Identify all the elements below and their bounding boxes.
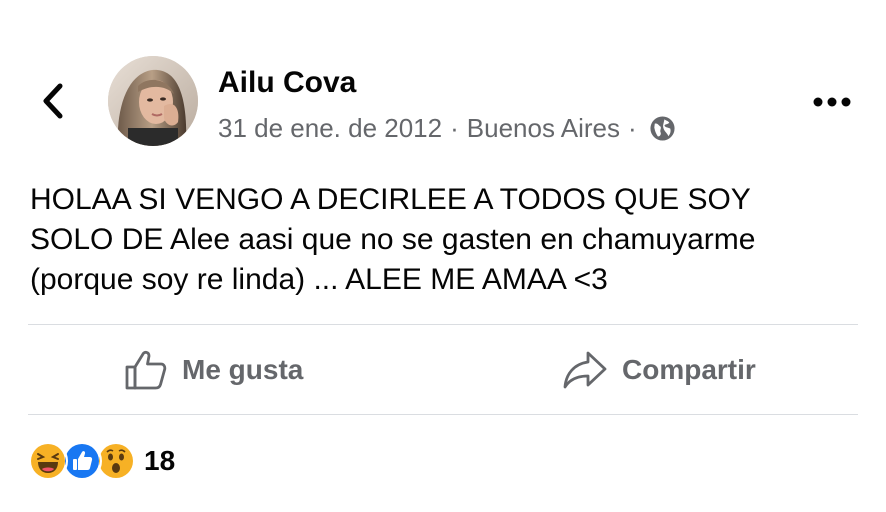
profile-photo [108,56,198,146]
more-options-icon [813,97,851,107]
meta-separator: · [628,113,637,143]
like-button[interactable]: Me gusta [124,344,303,396]
post-location[interactable]: Buenos Aires [467,113,620,144]
reactions-summary[interactable]: 18 [28,441,175,481]
meta-separator: · [450,113,459,143]
share-button[interactable]: Compartir [562,344,756,396]
divider [28,414,858,415]
post-text-line: (porque soy re linda) ... ALEE ME AMAA <… [30,263,608,296]
divider [28,324,858,325]
post-date[interactable]: 31 de ene. de 2012 [218,113,442,144]
thumbs-up-icon [125,350,167,390]
post-page: Ailu Cova 31 de ene. de 2012 · Buenos Ai… [0,0,886,512]
post-text-line: SOLO DE Alee aasi que no se gasten en ch… [30,223,756,256]
post-text: HOLAA SI VENGO A DECIRLEE A TODOS QUE SO… [30,180,860,300]
chevron-left-icon [43,83,63,119]
share-label: Compartir [622,354,756,385]
avatar[interactable] [108,56,198,146]
more-options-button[interactable] [806,84,858,120]
share-arrow-icon [563,351,607,389]
post-text-line: HOLAA SI VENGO A DECIRLEE A TODOS QUE SO… [30,183,751,216]
globe-icon[interactable] [649,115,676,142]
post-meta: 31 de ene. de 2012 · Buenos Aires · [218,113,676,144]
like-reaction-icon [62,441,102,481]
like-label: Me gusta [182,354,304,385]
author-name[interactable]: Ailu Cova [218,66,356,100]
back-button[interactable] [34,80,72,122]
haha-reaction-icon [28,441,68,481]
wow-reaction-icon [96,441,136,481]
reaction-count: 18 [144,445,176,476]
